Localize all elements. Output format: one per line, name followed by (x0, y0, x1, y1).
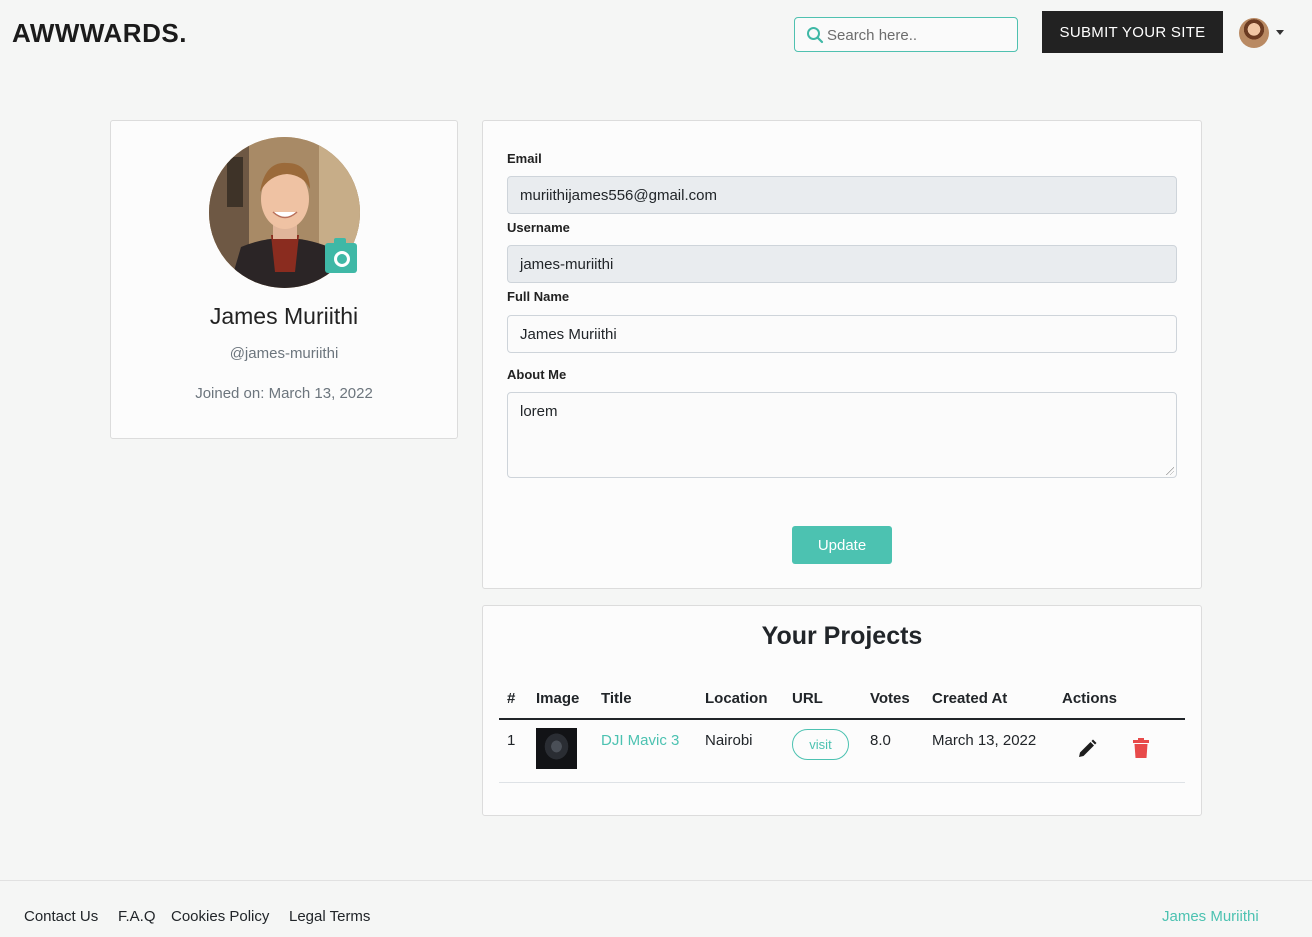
username-label: Username (507, 220, 570, 235)
header-title: Title (601, 690, 632, 707)
user-avatar[interactable] (1239, 18, 1269, 48)
profile-joined-date: Joined on: March 13, 2022 (195, 385, 373, 402)
footer-link-contact[interactable]: Contact Us (24, 908, 98, 925)
project-votes: 8.0 (870, 732, 891, 749)
update-button[interactable]: Update (792, 526, 892, 564)
table-header-divider (499, 718, 1185, 720)
fullname-label: Full Name (507, 289, 570, 304)
trash-icon[interactable] (1133, 738, 1149, 758)
footer-divider (0, 880, 1312, 881)
footer-link-faq[interactable]: F.A.Q (118, 908, 156, 925)
profile-handle: @james-muriithi (229, 345, 339, 362)
header-url: URL (792, 690, 823, 707)
navbar: AWWWARDS. SUBMIT YOUR SITE (0, 0, 1312, 66)
fullname-field[interactable]: James Muriithi (507, 315, 1177, 353)
header-votes: Votes (870, 690, 910, 707)
header-created-at: Created At (932, 690, 1008, 707)
about-textarea[interactable]: lorem (507, 392, 1177, 478)
search-icon (807, 27, 824, 44)
project-location: Nairobi (705, 732, 753, 749)
visit-button[interactable]: visit (792, 729, 849, 760)
footer-link-cookies[interactable]: Cookies Policy (171, 908, 269, 925)
search-box[interactable] (794, 17, 1018, 52)
username-field[interactable]: james-muriithi (507, 245, 1177, 283)
project-created-at: March 13, 2022 (932, 732, 1037, 749)
row-index: 1 (507, 732, 516, 749)
email-field[interactable]: muriithijames556@gmail.com (507, 176, 1177, 214)
header-location: Location (705, 690, 768, 707)
profile-form-card: Email muriithijames556@gmail.com Usernam… (482, 120, 1202, 589)
table-row-divider (499, 782, 1185, 783)
submit-site-button[interactable]: SUBMIT YOUR SITE (1042, 11, 1223, 53)
header-index: # (507, 690, 516, 707)
about-label: About Me (507, 367, 567, 382)
projects-title: Your Projects (761, 622, 923, 650)
brand-logo[interactable]: AWWWARDS. (12, 18, 187, 49)
projects-card: Your Projects # Image Title Location URL… (482, 605, 1202, 816)
profile-name: James Muriithi (209, 303, 359, 329)
edit-icon[interactable] (1077, 739, 1097, 759)
camera-icon[interactable] (325, 238, 357, 273)
header-image: Image (536, 690, 580, 707)
header-actions: Actions (1062, 690, 1118, 707)
profile-card: James Muriithi @james-muriithi Joined on… (110, 120, 458, 439)
footer-link-legal[interactable]: Legal Terms (289, 908, 370, 925)
email-label: Email (507, 151, 542, 166)
search-input[interactable] (827, 24, 1007, 46)
about-text: lorem (520, 403, 558, 420)
resize-handle-icon[interactable] (1166, 467, 1174, 475)
project-thumbnail[interactable] (536, 728, 577, 769)
project-title-link[interactable]: DJI Mavic 3 (601, 732, 679, 749)
footer-author[interactable]: James Muriithi (1162, 908, 1259, 925)
caret-down-icon[interactable] (1276, 30, 1284, 35)
